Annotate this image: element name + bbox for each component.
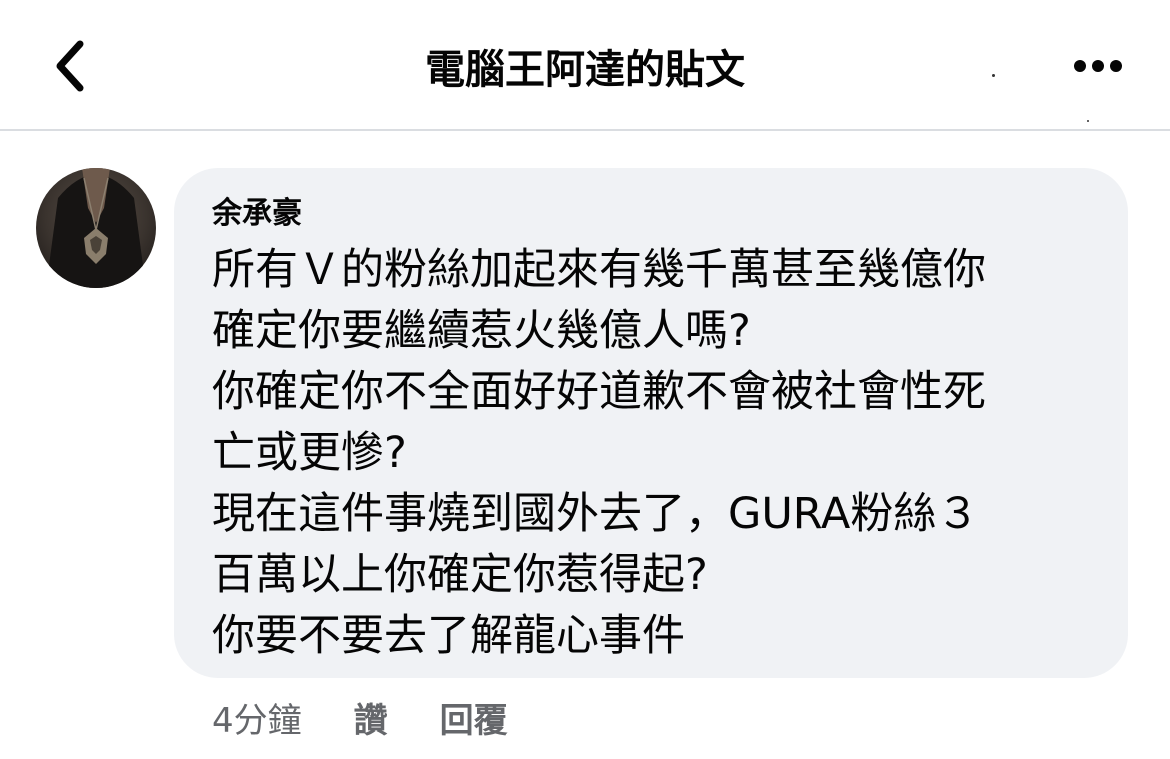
screen-speck (992, 74, 995, 77)
comment-text-line: 所有Ｖ的粉絲加起來有幾千萬甚至幾億你 (212, 245, 986, 295)
profile-photo (36, 168, 156, 288)
comment-text-line: 你要不要去了解龍心事件 (212, 611, 685, 661)
comment-body: 所有Ｖ的粉絲加起來有幾千萬甚至幾億你 確定你要繼續惹火幾億人嗎? 你確定你不全面… (212, 240, 1092, 667)
top-bar: 電腦王阿達的貼文 (0, 0, 1170, 131)
comment-text-line: 確定你要繼續惹火幾億人嗎? (212, 306, 751, 356)
comment-text-line: 亡或更慘? (212, 428, 407, 478)
screen-speck (1087, 120, 1089, 122)
more-options-button[interactable] (1068, 50, 1128, 82)
comment-bubble: 余承豪 所有Ｖ的粉絲加起來有幾千萬甚至幾億你 確定你要繼續惹火幾億人嗎? 你確定… (174, 168, 1128, 678)
page-title: 電腦王阿達的貼文 (425, 47, 745, 93)
reply-button[interactable]: 回覆 (440, 693, 508, 742)
comment-actions: 4分鐘 讚 回覆 (212, 692, 508, 742)
comment-text-line: 百萬以上你確定你惹得起? (212, 550, 708, 600)
avatar[interactable] (36, 168, 156, 288)
comment-text-line: 你確定你不全面好好道歉不會被社會性死 (212, 367, 986, 417)
comment-timestamp[interactable]: 4分鐘 (212, 693, 302, 742)
comment-author[interactable]: 余承豪 (212, 192, 302, 236)
comment-text-line: 現在這件事燒到國外去了，GURA粉絲３ (212, 489, 980, 539)
more-horizontal-icon (1074, 60, 1122, 72)
like-button[interactable]: 讚 (354, 693, 388, 742)
